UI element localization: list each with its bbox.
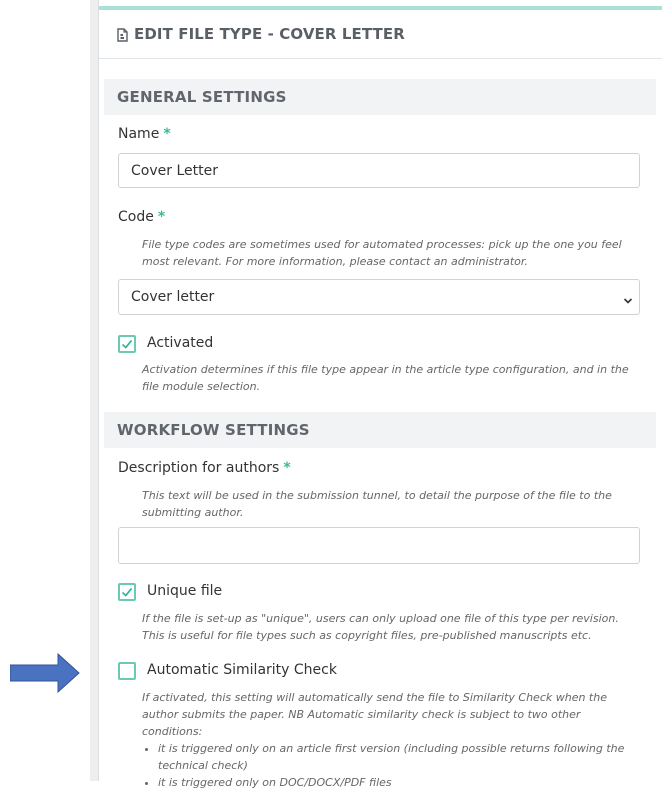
name-input[interactable]: Cover Letter	[118, 153, 640, 188]
workflow-settings-header: WORKFLOW SETTINGS	[104, 412, 656, 448]
description-input[interactable]	[118, 527, 640, 564]
page-title: EDIT FILE TYPE - COVER LETTER	[134, 25, 405, 43]
required-mark: *	[163, 126, 171, 142]
list-item: it is triggered only on an article first…	[158, 740, 632, 774]
arrow-right-icon	[9, 652, 80, 694]
unique-file-label[interactable]: Unique file	[147, 583, 222, 599]
similarity-help-text: If activated, this setting will automati…	[142, 691, 607, 738]
code-label: Code *	[118, 209, 166, 225]
list-item: it is triggered only on DOC/DOCX/PDF fil…	[158, 774, 632, 791]
unique-file-checkbox[interactable]	[118, 583, 136, 601]
section-title: GENERAL SETTINGS	[117, 88, 287, 106]
similarity-check-checkbox[interactable]	[118, 662, 136, 680]
description-help-text: This text will be used in the submission…	[142, 489, 612, 519]
code-help-text: File type codes are sometimes used for a…	[142, 238, 622, 268]
code-select[interactable]: Cover letter	[118, 279, 640, 315]
left-gutter	[90, 0, 98, 781]
code-select-value: Cover letter	[131, 289, 215, 305]
description-label: Description for authors *	[118, 460, 291, 476]
similarity-check-label[interactable]: Automatic Similarity Check	[147, 662, 337, 678]
activated-label[interactable]: Activated	[147, 335, 213, 351]
activated-checkbox[interactable]	[118, 335, 136, 353]
required-mark: *	[157, 209, 166, 225]
similarity-conditions-list: it is triggered only on an article first…	[142, 740, 632, 791]
name-label: Name *	[118, 126, 171, 142]
required-mark: *	[283, 460, 291, 476]
unique-file-help-text: If the file is set-up as "unique", users…	[142, 612, 619, 642]
activated-help-text: Activation determines if this file type …	[142, 363, 629, 393]
chevron-down-icon	[623, 291, 633, 304]
general-settings-header: GENERAL SETTINGS	[104, 79, 656, 115]
similarity-help: If activated, this setting will automati…	[142, 689, 632, 791]
file-icon	[117, 27, 128, 42]
edit-file-type-panel: EDIT FILE TYPE - COVER LETTER GENERAL SE…	[98, 0, 668, 789]
name-input-value: Cover Letter	[131, 163, 218, 179]
panel-header: EDIT FILE TYPE - COVER LETTER	[99, 10, 662, 59]
section-title: WORKFLOW SETTINGS	[117, 421, 310, 439]
